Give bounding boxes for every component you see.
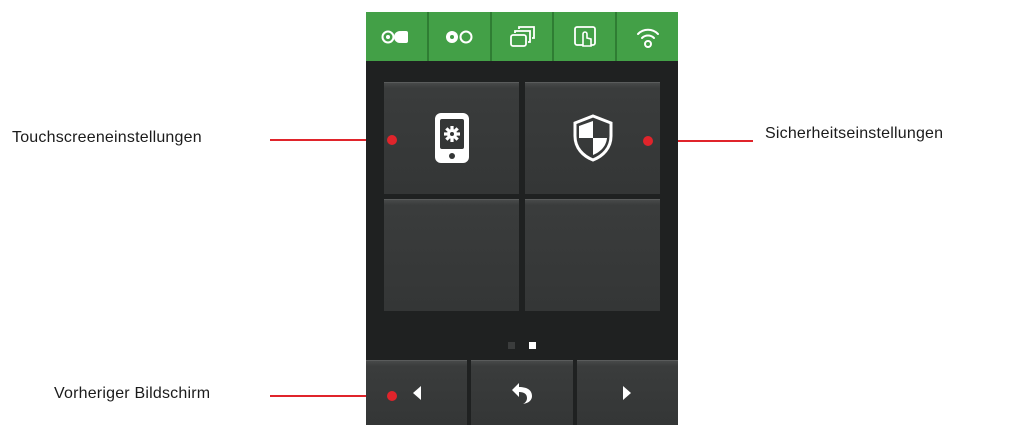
empty-tile-4[interactable] bbox=[525, 199, 660, 311]
page-dot-1[interactable] bbox=[508, 342, 515, 349]
touch-screen-button[interactable] bbox=[554, 12, 618, 61]
stack-icon bbox=[510, 25, 535, 47]
return-icon bbox=[511, 382, 532, 404]
ribbon-icon bbox=[446, 30, 473, 43]
touchscreen-settings-icon bbox=[434, 113, 469, 163]
top-toolbar bbox=[366, 12, 678, 61]
device-screen bbox=[366, 12, 678, 425]
wifi-icon bbox=[636, 28, 659, 48]
arrow-left-icon bbox=[412, 385, 421, 400]
annotation-previous-screen: Vorheriger Bildschirm bbox=[54, 385, 211, 402]
annotation-dot-security bbox=[643, 136, 653, 146]
touchscreen-settings-tile[interactable] bbox=[384, 82, 519, 194]
annotation-security-settings: Sicherheitseinstellungen bbox=[765, 125, 944, 142]
page-dot-2-active[interactable] bbox=[529, 342, 536, 349]
touch-screen-icon bbox=[573, 25, 596, 47]
empty-tile-3[interactable] bbox=[384, 199, 519, 311]
ribbon-label-icon bbox=[381, 30, 409, 43]
annotation-dot-previous bbox=[387, 391, 397, 401]
wifi-button[interactable] bbox=[617, 12, 678, 61]
return-button[interactable] bbox=[471, 360, 573, 425]
annotation-touchscreen-settings: Touchscreeneinstellungen bbox=[12, 129, 202, 146]
security-settings-tile[interactable] bbox=[525, 82, 660, 194]
ribbon-label-button[interactable] bbox=[366, 12, 429, 61]
previous-screen-button[interactable] bbox=[366, 360, 468, 425]
next-screen-button[interactable] bbox=[576, 360, 678, 425]
page-indicator bbox=[366, 342, 678, 350]
arrow-right-icon bbox=[623, 385, 632, 400]
security-shield-icon bbox=[573, 114, 612, 162]
ribbon-button[interactable] bbox=[428, 12, 492, 61]
annotation-dot-touchscreen bbox=[387, 135, 397, 145]
bottom-navigation bbox=[366, 360, 678, 425]
stack-button[interactable] bbox=[491, 12, 555, 61]
